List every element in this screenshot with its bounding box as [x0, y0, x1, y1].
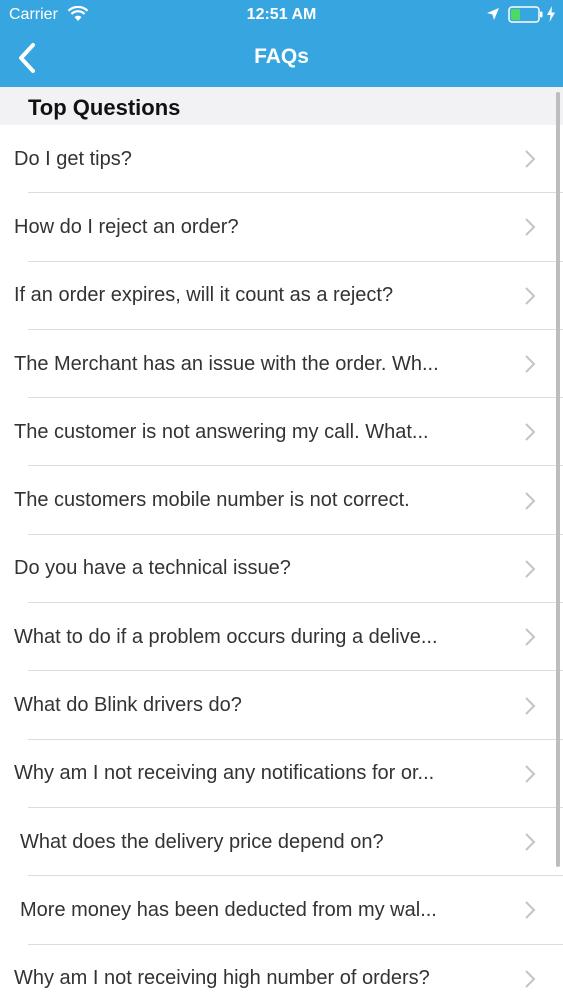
- faq-row[interactable]: If an order expires, will it count as a …: [0, 261, 563, 331]
- location-arrow-icon: [487, 8, 499, 20]
- chevron-right-icon: [525, 969, 536, 988]
- faq-row[interactable]: More money has been deducted from my wal…: [0, 876, 563, 945]
- chevron-right-icon: [525, 218, 536, 237]
- faq-row[interactable]: The customers mobile number is not corre…: [0, 466, 563, 536]
- faq-row[interactable]: The customer is not answering my call. W…: [0, 398, 563, 467]
- faq-row[interactable]: Why am I not receiving any notifications…: [0, 739, 563, 809]
- faq-question-label: What do Blink drivers do?: [14, 694, 242, 717]
- faq-row[interactable]: What does the delivery price depend on?: [0, 807, 563, 877]
- faq-question-label: Do you have a technical issue?: [14, 557, 291, 580]
- faq-question-label: The Merchant has an issue with the order…: [14, 352, 439, 375]
- faq-row[interactable]: Why am I not receiving high number of or…: [0, 944, 563, 1000]
- chevron-right-icon: [525, 696, 536, 715]
- status-bar: Carrier 12:51 AM: [0, 0, 563, 30]
- page-title: FAQs: [254, 45, 309, 68]
- faq-question-label: More money has been deducted from my wal…: [20, 898, 437, 921]
- faq-question-label: How do I reject an order?: [14, 215, 239, 238]
- chevron-right-icon: [525, 628, 536, 646]
- faq-question-label: Why am I not receiving any notifications…: [14, 762, 435, 785]
- chevron-right-icon: [525, 491, 536, 510]
- chevron-right-icon: [525, 355, 536, 373]
- faq-table[interactable]: Top Questions Do I get tips? How do I rej…: [0, 87, 563, 1000]
- faq-row[interactable]: The Merchant has an issue with the order…: [0, 329, 563, 399]
- faq-row[interactable]: Do I get tips?: [0, 125, 563, 194]
- faq-row[interactable]: Do you have a technical issue?: [0, 534, 563, 604]
- faq-question-label: Do I get tips?: [14, 147, 132, 170]
- faq-question-label: If an order expires, will it count as a …: [14, 284, 394, 307]
- battery-icon: [508, 6, 543, 23]
- faq-question-label: Why am I not receiving high number of or…: [14, 967, 430, 990]
- charging-bolt-icon: [547, 6, 555, 22]
- chevron-right-icon: [525, 423, 536, 442]
- scrollbar[interactable]: [556, 92, 560, 867]
- chevron-right-icon: [525, 560, 536, 578]
- faq-question-label: What does the delivery price depend on?: [20, 830, 384, 853]
- chevron-right-icon: [525, 901, 536, 920]
- header: Carrier 12:51 AM FAQs: [0, 0, 563, 87]
- chevron-right-icon: [525, 150, 536, 168]
- faq-question-label: The customer is not answering my call. W…: [14, 420, 429, 443]
- faq-list: Do I get tips? How do I reject an order? I…: [0, 125, 563, 1000]
- faq-row[interactable]: What to do if a problem occurs during a …: [0, 603, 563, 672]
- faq-row[interactable]: How do I reject an order?: [0, 193, 563, 262]
- faq-question-label: The customers mobile number is not corre…: [14, 489, 410, 512]
- chevron-right-icon: [525, 287, 536, 305]
- chevron-right-icon: [525, 765, 536, 783]
- chevron-right-icon: [525, 833, 536, 851]
- navigation-bar: FAQs: [0, 30, 563, 87]
- section-header: Top Questions: [0, 87, 563, 125]
- faq-row[interactable]: What do Blink drivers do?: [0, 671, 563, 740]
- clock: 12:51 AM: [246, 6, 317, 23]
- faq-question-label: What to do if a problem occurs during a …: [14, 625, 438, 648]
